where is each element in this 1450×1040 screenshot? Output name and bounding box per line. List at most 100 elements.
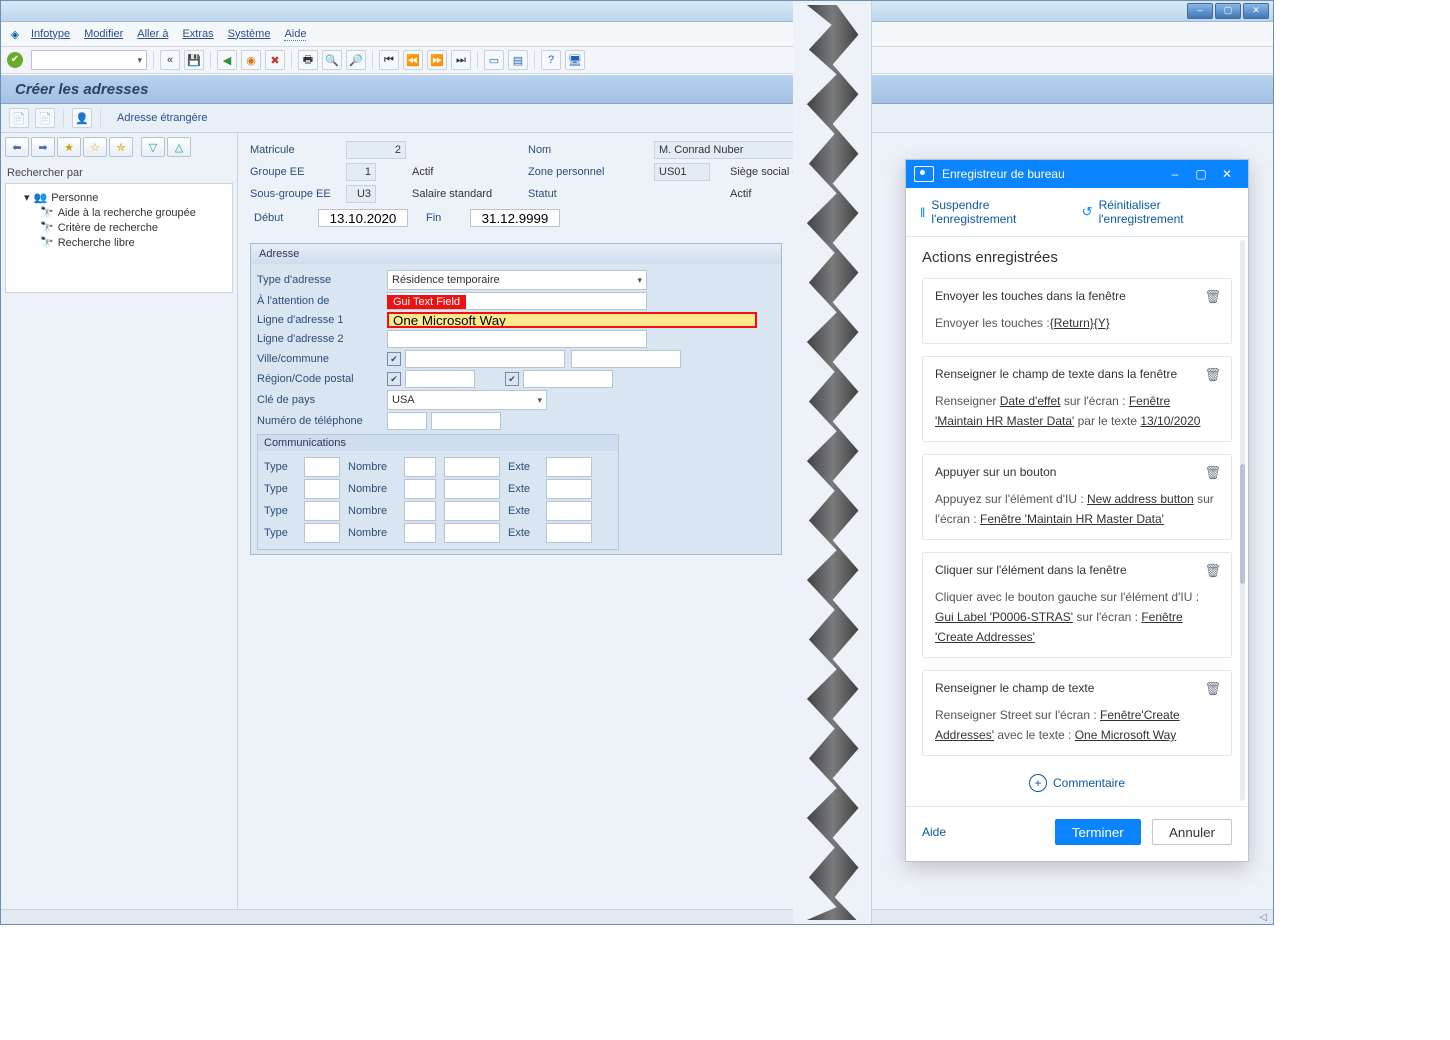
recorded-action-card: 🗑Cliquer sur l'élément dans la fenêtreCl… (922, 552, 1232, 658)
pays-dropdown[interactable]: USA (387, 390, 547, 410)
recorder-minimize-button[interactable]: – (1162, 167, 1188, 181)
comm-ext-input[interactable] (546, 479, 592, 499)
checkbox[interactable]: ✔ (505, 372, 519, 386)
comm-type-input[interactable] (304, 479, 340, 499)
tel-number-input[interactable] (431, 412, 501, 430)
delete-action-icon[interactable]: 🗑 (1204, 563, 1221, 579)
shortcut-button[interactable]: ▤ (508, 50, 528, 70)
recorder-icon (914, 166, 934, 182)
region-input[interactable] (405, 370, 475, 388)
comm-ext-input[interactable] (546, 523, 592, 543)
recorder-maximize-button[interactable]: ▢ (1188, 167, 1214, 181)
adresse-group: Adresse Type d'adresse Résidence tempora… (250, 243, 782, 555)
last-page-button[interactable]: ⏭ (451, 50, 471, 70)
delete-action-icon[interactable]: 🗑 (1204, 367, 1221, 383)
nom-field: M. Conrad Nuber (654, 141, 844, 159)
action-title: Appuyer sur un bouton (935, 465, 1219, 479)
menu-item[interactable]: Aller à (137, 28, 168, 41)
save-button[interactable]: 💾 (184, 50, 204, 70)
adresse2-input[interactable] (387, 330, 647, 348)
comm-num-input[interactable] (404, 457, 436, 477)
comm-ext-input[interactable] (546, 457, 592, 477)
tree-item[interactable]: 🔭Recherche libre (10, 235, 228, 250)
comm-type-input[interactable] (304, 523, 340, 543)
menu-item[interactable]: Aide (284, 28, 306, 41)
label: Statut (528, 188, 648, 200)
help-link[interactable]: Aide (922, 825, 946, 839)
expand-icon[interactable]: ▽ (141, 137, 165, 157)
nav-prev-icon[interactable]: ⬅ (5, 137, 29, 157)
collapse-icon[interactable]: △ (167, 137, 191, 157)
comm-type-input[interactable] (304, 457, 340, 477)
menu-item[interactable]: Système (228, 28, 271, 41)
fav-add-icon[interactable]: ★ (57, 137, 81, 157)
help-button[interactable]: ? (541, 50, 561, 70)
person-icon[interactable]: 👤 (72, 108, 92, 128)
comm-num-input[interactable] (404, 479, 436, 499)
action-detail: Appuyez sur l'élément d'IU : New address… (935, 489, 1219, 529)
prev-page-button[interactable]: ⏪ (403, 50, 423, 70)
nav-back-button[interactable]: ◀ (217, 50, 237, 70)
command-field[interactable] (31, 50, 147, 70)
tree-item[interactable]: 🔭Aide à la recherche groupée (10, 205, 228, 220)
commune-input[interactable] (571, 350, 681, 368)
nav-next-icon[interactable]: ➡ (31, 137, 55, 157)
foreign-address-link[interactable]: Adresse étrangère (117, 112, 208, 124)
debut-input[interactable] (318, 209, 408, 227)
cancel-button[interactable]: Annuler (1152, 819, 1232, 845)
doc-button[interactable]: 📄 (9, 108, 29, 128)
comm-num-input[interactable] (404, 501, 436, 521)
fav-list-icon[interactable]: ☆ (83, 137, 107, 157)
comm-num2-input[interactable] (444, 479, 500, 499)
delete-action-icon[interactable]: 🗑 (1204, 465, 1221, 481)
delete-action-icon[interactable]: 🗑 (1204, 681, 1221, 697)
close-button[interactable] (1243, 3, 1269, 19)
menu-item[interactable]: Extras (182, 28, 213, 41)
comm-row: Type Nombre Exte (264, 479, 612, 499)
minimize-button[interactable] (1187, 3, 1213, 19)
finish-button[interactable]: Terminer (1055, 819, 1141, 845)
comm-num2-input[interactable] (444, 457, 500, 477)
tel-prefix-input[interactable] (387, 412, 427, 430)
comm-num-input[interactable] (404, 523, 436, 543)
label: Sous-groupe EE (250, 188, 340, 200)
comm-ext-input[interactable] (546, 501, 592, 521)
adresse1-input[interactable] (387, 312, 757, 328)
type-adresse-dropdown[interactable]: Résidence temporaire (387, 270, 647, 290)
recorder-scrollbar[interactable] (1240, 240, 1245, 801)
label: Type d'adresse (257, 274, 387, 286)
codepostal-input[interactable] (523, 370, 613, 388)
tree-item[interactable]: ▾👥Personne (10, 190, 228, 205)
label: À l'attention de (257, 295, 387, 307)
nav-cancel-button[interactable]: ✖ (265, 50, 285, 70)
checkbox[interactable]: ✔ (387, 372, 401, 386)
plus-icon: + (1029, 774, 1047, 792)
nav-exit-button[interactable]: ◉ (241, 50, 261, 70)
back-button[interactable]: « (160, 50, 180, 70)
menu-item[interactable]: Modifier (84, 28, 123, 41)
add-comment-button[interactable]: +Commentaire (922, 768, 1232, 802)
comm-type-input[interactable] (304, 501, 340, 521)
new-session-button[interactable]: ▭ (484, 50, 504, 70)
action-detail: Renseigner Date d'effet sur l'écran : Fe… (935, 391, 1219, 431)
layout-button[interactable]: 🖥 (565, 50, 585, 70)
print-button[interactable]: 🖶 (298, 50, 318, 70)
fav-del-icon[interactable]: ✮ (109, 137, 133, 157)
pause-recording-button[interactable]: ‖Suspendre l'enregistrement (920, 198, 1064, 226)
next-page-button[interactable]: ⏩ (427, 50, 447, 70)
find-button[interactable]: 🔍 (322, 50, 342, 70)
maximize-button[interactable] (1215, 3, 1241, 19)
menu-item[interactable]: Infotype (31, 28, 70, 41)
first-page-button[interactable]: ⏮ (379, 50, 399, 70)
comm-num2-input[interactable] (444, 501, 500, 521)
delete-action-icon[interactable]: 🗑 (1204, 289, 1221, 305)
checkbox[interactable]: ✔ (387, 352, 401, 366)
doc-copy-button[interactable]: 📄 (35, 108, 55, 128)
find-next-button[interactable]: 🔎 (346, 50, 366, 70)
recorder-close-button[interactable]: ✕ (1214, 167, 1240, 181)
reset-recording-button[interactable]: ↺Réinitialiser l'enregistrement (1082, 198, 1234, 226)
comm-num2-input[interactable] (444, 523, 500, 543)
ville-input[interactable] (405, 350, 565, 368)
tree-item[interactable]: 🔭Critère de recherche (10, 220, 228, 235)
fin-input[interactable] (470, 209, 560, 227)
